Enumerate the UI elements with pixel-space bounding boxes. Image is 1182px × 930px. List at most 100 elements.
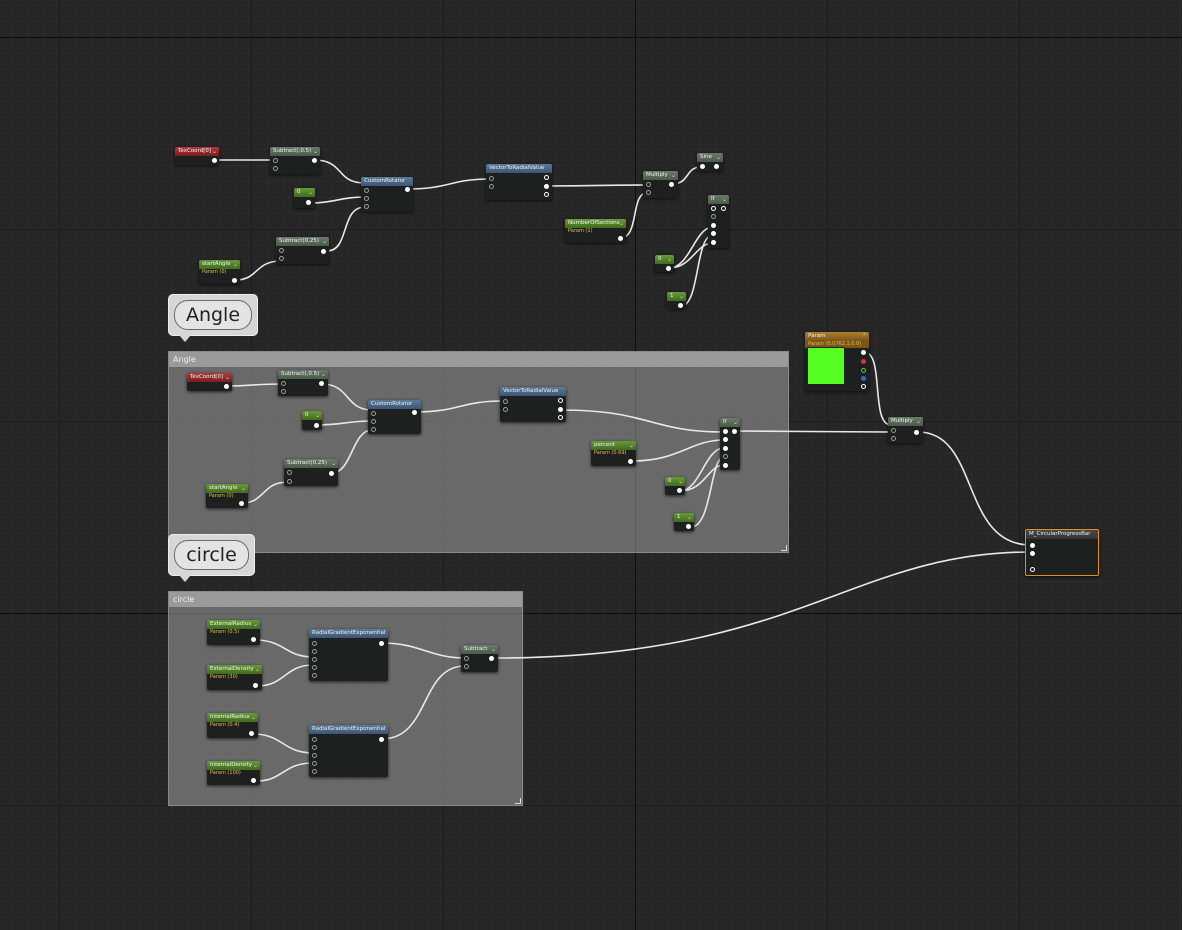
chevron-down-icon[interactable]: ⌄ (255, 665, 260, 674)
multiply-node[interactable]: Multiply ⌄ (888, 417, 923, 443)
input-pin[interactable] (711, 240, 716, 245)
output-pin[interactable] (732, 429, 737, 434)
output-pin[interactable] (312, 158, 317, 163)
output-pin[interactable] (251, 637, 256, 642)
vector-to-radial-node[interactable]: VectorToRadialValue (486, 164, 552, 200)
input-pin[interactable] (646, 190, 651, 195)
subtract-node[interactable]: Subtract ⌄ (461, 645, 498, 672)
chevron-down-icon[interactable]: ⌄ (629, 441, 634, 450)
internal-radius-param-node[interactable]: InternalRadius Param (0.4) ⌄ (207, 713, 258, 738)
subtract-node[interactable]: Subtract(0,25) ⌄ (284, 459, 338, 486)
output-pin[interactable] (618, 236, 623, 241)
constant-node[interactable]: 0 ⌄ (294, 188, 315, 208)
if-node[interactable]: If ⌄ (720, 418, 740, 470)
input-pin[interactable] (287, 470, 292, 475)
input-pin[interactable] (711, 223, 716, 228)
input-pin[interactable] (371, 427, 376, 432)
input-pin[interactable] (503, 399, 508, 404)
output-pin[interactable] (249, 731, 254, 736)
output-pin[interactable] (669, 182, 674, 187)
input-pin[interactable] (723, 429, 728, 434)
input-pin-opacity[interactable] (1030, 551, 1035, 556)
constant-node[interactable]: 0 ⌄ (655, 255, 674, 272)
external-radius-param-node[interactable]: ExternalRadius Param (0.5) ⌄ (207, 620, 260, 645)
output-pin[interactable] (544, 192, 549, 197)
vector-to-radial-node[interactable]: VectorToRadialValue (500, 387, 566, 422)
constant-node[interactable]: 0 ⌄ (665, 477, 685, 495)
chevron-down-icon[interactable]: ⌄ (331, 459, 336, 468)
input-pin[interactable] (279, 248, 284, 253)
output-pin[interactable] (678, 303, 683, 308)
input-pin[interactable] (312, 769, 317, 774)
chevron-up-icon[interactable]: ⌃ (862, 332, 867, 341)
output-pin[interactable] (489, 656, 494, 661)
chevron-down-icon[interactable]: ⌄ (667, 255, 672, 264)
input-pin[interactable] (723, 446, 728, 451)
output-pin[interactable] (319, 381, 324, 386)
radial-gradient-node[interactable]: RadialGradientExponential (309, 725, 388, 777)
subtract-node[interactable]: Subtract(,0.5) ⌄ (270, 147, 320, 174)
chevron-down-icon[interactable]: ⌄ (722, 195, 727, 204)
input-pin[interactable] (312, 665, 317, 670)
external-density-param-node[interactable]: ExternalDensity Param (30) ⌄ (207, 665, 262, 690)
input-pin[interactable] (700, 164, 705, 169)
output-pin[interactable] (329, 471, 334, 476)
input-pin[interactable] (711, 231, 716, 236)
chevron-down-icon[interactable]: ⌄ (322, 237, 327, 246)
input-pin[interactable] (281, 381, 286, 386)
input-pin[interactable] (273, 158, 278, 163)
subtract-node[interactable]: Subtract(0,25) ⌄ (276, 237, 329, 264)
input-pin[interactable] (364, 188, 369, 193)
output-pin[interactable] (251, 778, 256, 783)
output-pin[interactable] (405, 187, 410, 192)
chevron-down-icon[interactable]: ⌄ (491, 645, 496, 654)
chevron-down-icon[interactable]: ⌄ (619, 219, 624, 228)
input-pin[interactable] (312, 641, 317, 646)
chevron-down-icon[interactable]: ⌄ (212, 147, 217, 156)
input-pin[interactable] (723, 454, 728, 459)
output-pin[interactable] (379, 737, 384, 742)
input-pin-emissive[interactable] (1030, 543, 1035, 548)
output-pin-blue[interactable] (861, 376, 866, 381)
internal-density-param-node[interactable]: InternalDensity Param (100) ⌄ (207, 761, 260, 785)
subtract-node[interactable]: Subtract(,0.5) ⌄ (278, 370, 328, 396)
chevron-down-icon[interactable]: ⌄ (241, 484, 246, 493)
chevron-down-icon[interactable]: ⌄ (225, 373, 230, 382)
constant-node[interactable]: 1 ⌄ (667, 292, 686, 309)
input-pin[interactable] (1030, 567, 1035, 572)
input-pin[interactable] (464, 656, 469, 661)
input-pin[interactable] (364, 196, 369, 201)
input-pin[interactable] (312, 745, 317, 750)
input-pin[interactable] (312, 673, 317, 678)
radial-gradient-node[interactable]: RadialGradientExponential (309, 629, 388, 681)
output-pin[interactable] (544, 175, 549, 180)
material-graph-canvas[interactable]: Angle Angle circle circle TexCoord[0] ⌄ … (0, 0, 1182, 930)
input-pin[interactable] (891, 436, 896, 441)
start-angle-param-node[interactable]: startAngle Param (0) ⌄ (199, 260, 240, 284)
chevron-down-icon[interactable]: ⌄ (315, 411, 320, 420)
output-pin[interactable] (212, 158, 217, 163)
chevron-down-icon[interactable]: ⌄ (679, 292, 684, 301)
output-pin[interactable] (412, 410, 417, 415)
chevron-down-icon[interactable]: ⌄ (716, 153, 721, 162)
chevron-down-icon[interactable]: ⌄ (916, 417, 921, 426)
input-pin[interactable] (711, 206, 716, 211)
constant-node[interactable]: 1 ⌄ (674, 513, 694, 531)
output-pin[interactable] (239, 501, 244, 506)
input-pin[interactable] (287, 479, 292, 484)
input-pin[interactable] (489, 176, 494, 181)
output-pin[interactable] (558, 415, 563, 420)
chevron-down-icon[interactable]: ⌄ (671, 171, 676, 180)
input-pin[interactable] (312, 761, 317, 766)
input-pin[interactable] (281, 389, 286, 394)
input-pin[interactable] (371, 411, 376, 416)
input-pin[interactable] (279, 256, 284, 261)
output-pin[interactable] (224, 384, 229, 389)
output-pin-green[interactable] (861, 368, 866, 373)
chevron-down-icon[interactable]: ⌄ (233, 260, 238, 269)
input-pin[interactable] (464, 664, 469, 669)
output-pin[interactable] (253, 683, 258, 688)
chevron-down-icon[interactable]: ⌄ (308, 188, 313, 197)
multiply-node[interactable]: Multiply ⌄ (643, 171, 678, 198)
output-pin[interactable] (314, 423, 319, 428)
